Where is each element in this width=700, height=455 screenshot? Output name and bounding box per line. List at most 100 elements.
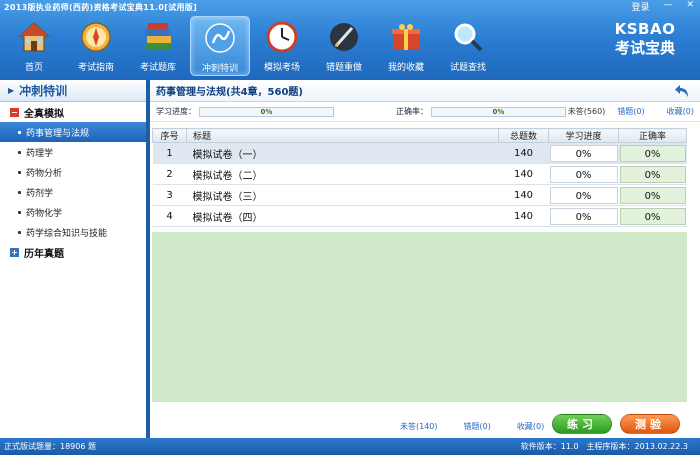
compass-icon <box>78 19 114 55</box>
table-row[interactable]: 1 模拟试卷（一） 140 0% 0% <box>152 142 687 164</box>
stat-links: 未答(560) 错题(0) 收藏(0) <box>568 106 694 117</box>
table-row[interactable]: 2 模拟试卷（二） 140 0% 0% <box>152 163 687 185</box>
books-icon <box>140 19 176 55</box>
row-progress-cell: 0% <box>548 163 619 185</box>
row-progress: 0% <box>549 186 618 204</box>
sprint-icon <box>202 20 238 56</box>
sidebar-header: ▶ 冲刺特训 <box>0 80 146 102</box>
collapse-minus-icon[interactable]: − <box>10 107 19 117</box>
col-header-total[interactable]: 总题数 <box>498 128 549 143</box>
toolbar-search-questions[interactable]: 试题查找 <box>438 16 498 76</box>
row-index: 4 <box>152 205 187 227</box>
triangle-right-icon: ▶ <box>8 86 15 95</box>
expand-plus-icon[interactable]: + <box>10 247 19 257</box>
status-bar: 正式版试题量：18906 题 软件版本：11.0 主程序版本：2013.02.2… <box>0 438 700 455</box>
main-panel: 药事管理与法规(共4章，560题) 学习进度： 0% 正确率： 0% 未答(56… <box>150 80 700 438</box>
row-accuracy: 0% <box>619 207 686 225</box>
row-title: 模拟试卷（三） <box>186 184 499 206</box>
row-accuracy-cell: 0% <box>618 142 687 164</box>
row-index: 3 <box>152 184 187 206</box>
toolbar-sprint-training-label: 冲刺特训 <box>201 64 238 74</box>
row-accuracy-cell: 0% <box>618 205 687 227</box>
sidebar-group-past-exams[interactable]: + 历年真题 <box>0 242 146 262</box>
row-progress-cell: 0% <box>548 184 619 206</box>
table-row[interactable]: 3 模拟试卷（三） 140 0% 0% <box>152 184 687 206</box>
bottom-unanswered-link[interactable]: 未答(140) <box>400 421 438 432</box>
row-accuracy: 0% <box>619 186 686 204</box>
row-index: 1 <box>152 142 187 164</box>
accuracy-value: 0% <box>492 107 505 116</box>
row-title: 模拟试卷（四） <box>186 205 499 227</box>
bottom-favorites-link[interactable]: 收藏(0) <box>517 421 544 432</box>
back-arrow-icon[interactable] <box>674 83 692 99</box>
accuracy-label: 正确率： <box>396 107 428 116</box>
clock-icon <box>264 19 300 55</box>
question-count: 正式版试题量：18906 题 <box>4 442 96 451</box>
toolbar-sprint-training[interactable]: 冲刺特训 <box>190 16 250 76</box>
row-progress: 0% <box>549 165 618 183</box>
row-accuracy: 0% <box>619 144 686 162</box>
sidebar-item-pharmacology[interactable]: 药理学 <box>0 142 146 162</box>
empty-list-area <box>152 232 687 402</box>
row-accuracy-cell: 0% <box>618 184 687 206</box>
sidebar-item-drug-analysis[interactable]: 药物分析 <box>0 162 146 182</box>
row-accuracy: 0% <box>619 165 686 183</box>
unanswered-link[interactable]: 未答(560) <box>568 106 606 117</box>
row-progress: 0% <box>549 207 618 225</box>
col-header-title[interactable]: 标题 <box>186 128 499 143</box>
logo-subtitle: 考试宝典 <box>614 39 675 57</box>
test-button[interactable]: 测验 <box>620 414 680 434</box>
close-button[interactable]: ✕ <box>686 0 694 13</box>
toolbar-guide[interactable]: 考试指南 <box>66 16 126 76</box>
row-total: 140 <box>498 184 549 206</box>
table-row[interactable]: 4 模拟试卷（四） 140 0% 0% <box>152 205 687 227</box>
col-header-accuracy[interactable]: 正确率 <box>618 128 687 143</box>
col-header-progress[interactable]: 学习进度 <box>548 128 619 143</box>
sidebar-item-pharmacy-law[interactable]: 药事管理与法规 <box>0 122 146 142</box>
toolbar-favorites-label: 我的收藏 <box>387 63 424 73</box>
sidebar: ▶ 冲刺特训 − 全真模拟 药事管理与法规 药理学 药物分析 药剂学 药物化学 … <box>0 80 148 438</box>
bottom-stat-links: 未答(140) 错题(0) 收藏(0) <box>400 421 544 432</box>
table-header-row: 序号 标题 总题数 学习进度 正确率 <box>152 128 687 143</box>
row-progress: 0% <box>549 144 618 162</box>
gift-box-icon <box>388 19 424 55</box>
bottom-wrong-link[interactable]: 错题(0) <box>464 421 491 432</box>
toolbar-search-questions-label: 试题查找 <box>449 63 486 73</box>
col-header-index[interactable]: 序号 <box>152 128 187 143</box>
sidebar-group-label: 历年真题 <box>24 248 64 260</box>
toolbar-question-bank[interactable]: 考试题库 <box>128 16 188 76</box>
sidebar-header-label: 冲刺特训 <box>19 84 68 98</box>
row-total: 140 <box>498 163 549 185</box>
toolbar-guide-label: 考试指南 <box>77 63 114 73</box>
sidebar-group-label: 全真模拟 <box>24 108 64 120</box>
row-title: 模拟试卷（二） <box>186 163 499 185</box>
toolbar-favorites[interactable]: 我的收藏 <box>376 16 436 76</box>
sidebar-item-comprehensive[interactable]: 药学综合知识与技能 <box>0 222 146 242</box>
toolbar-redo-wrong-label: 错题重做 <box>325 63 362 73</box>
favorites-link[interactable]: 收藏(0) <box>667 106 694 117</box>
wrong-link[interactable]: 错题(0) <box>617 106 644 117</box>
study-progress-value: 0% <box>260 107 273 116</box>
toolbar-home[interactable]: 首页 <box>4 16 64 76</box>
toolbar-question-bank-label: 考试题库 <box>139 63 176 73</box>
logo-brand: KSBAO <box>614 20 676 38</box>
sidebar-group-full-mock[interactable]: − 全真模拟 <box>0 102 146 122</box>
toolbar-redo-wrong[interactable]: 错题重做 <box>314 16 374 76</box>
sidebar-item-medicinal-chemistry[interactable]: 药物化学 <box>0 202 146 222</box>
login-button[interactable]: 登录 <box>631 0 649 13</box>
row-progress-cell: 0% <box>548 142 619 164</box>
page-title: 药事管理与法规(共4章，560题) <box>156 87 303 98</box>
magnifier-icon <box>450 19 486 55</box>
pen-icon <box>326 19 362 55</box>
software-version: 软件版本：11.0 <box>520 442 579 451</box>
accuracy-bar: 0% <box>431 106 566 117</box>
row-total: 140 <box>498 205 549 227</box>
program-version: 主程序版本：2013.02.22.3 <box>586 442 688 451</box>
practice-button[interactable]: 练习 <box>552 414 612 434</box>
toolbar-mock-exam[interactable]: 模拟考场 <box>252 16 312 76</box>
sidebar-item-pharmaceutics[interactable]: 药剂学 <box>0 182 146 202</box>
minimize-button[interactable]: — <box>663 0 672 13</box>
home-icon <box>16 19 52 55</box>
toolbar-mock-exam-label: 模拟考场 <box>263 63 300 73</box>
study-progress-bar: 0% <box>199 106 334 117</box>
